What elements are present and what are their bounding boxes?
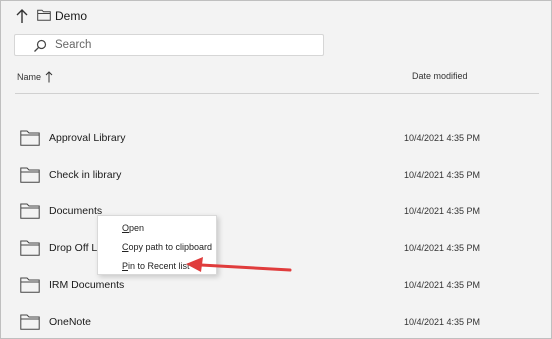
sort-ascending-icon: [45, 71, 53, 83]
folder-icon: [20, 167, 40, 183]
arrow-up-icon: [16, 9, 28, 23]
list-item[interactable]: IRM Documents 10/4/2021 4:35 PM: [15, 271, 539, 301]
folder-icon: [37, 9, 51, 21]
folder-icon: [20, 130, 40, 146]
list-item-name: Drop Off Li: [49, 242, 100, 254]
list-item[interactable]: Documents 10/4/2021 4:35 PM: [15, 197, 539, 227]
folder-icon: [20, 203, 40, 219]
folder-icon: [20, 277, 40, 293]
list-item-name: OneNote: [49, 316, 92, 328]
folder-icon: [20, 314, 40, 330]
folder-icon: [20, 240, 40, 256]
list-item-date: 10/4/2021 4:35 PM: [404, 280, 481, 290]
list-item-date: 10/4/2021 4:35 PM: [404, 243, 481, 253]
context-menu-copy-path[interactable]: Copy path to clipboard: [122, 242, 212, 252]
search-icon: [34, 39, 47, 52]
context-menu: Open Copy path to clipboard Pin to Recen…: [97, 215, 217, 275]
search-box[interactable]: [14, 34, 324, 56]
search-input[interactable]: [55, 37, 315, 53]
list-item-date: 10/4/2021 4:35 PM: [404, 170, 481, 180]
list-item[interactable]: Drop Off Li 10/4/2021 4:35 PM: [15, 234, 539, 264]
column-header-name[interactable]: Name: [17, 71, 53, 83]
list-item-name: Approval Library: [49, 132, 126, 144]
context-menu-copy-path-label: Copy path to clipboard: [122, 242, 213, 252]
context-menu-pin-recent-label: Pin to Recent list: [122, 261, 190, 271]
list-item-name: Documents: [49, 205, 103, 217]
context-menu-open-label: Open: [122, 223, 145, 233]
list-item-name: IRM Documents: [49, 279, 125, 291]
list-item[interactable]: OneNote 10/4/2021 4:35 PM: [15, 308, 539, 338]
column-name-label: Name: [17, 72, 42, 82]
context-menu-open[interactable]: Open: [122, 223, 144, 233]
breadcrumb-current-folder[interactable]: Demo: [55, 9, 87, 23]
list-item-date: 10/4/2021 4:35 PM: [404, 133, 481, 143]
column-header-date[interactable]: Date modified: [412, 71, 468, 81]
context-menu-pin-recent[interactable]: Pin to Recent list: [122, 261, 190, 271]
window-frame: Demo Name Date modified Approval Library…: [0, 0, 552, 339]
header-divider: [15, 93, 539, 94]
list-item-date: 10/4/2021 4:35 PM: [404, 317, 481, 327]
list-item-date: 10/4/2021 4:35 PM: [404, 206, 481, 216]
list-item[interactable]: Check in library 10/4/2021 4:35 PM: [15, 161, 539, 191]
up-button[interactable]: [13, 6, 31, 26]
list-item-name: Check in library: [49, 169, 122, 181]
list-item[interactable]: Approval Library 10/4/2021 4:35 PM: [15, 124, 539, 154]
